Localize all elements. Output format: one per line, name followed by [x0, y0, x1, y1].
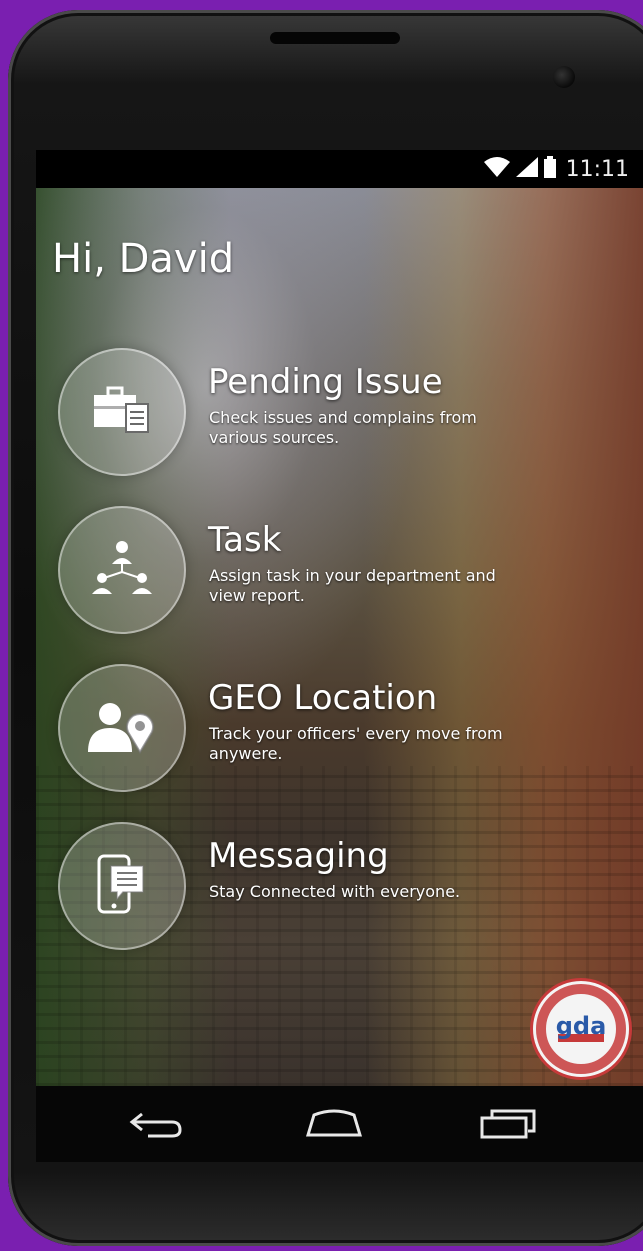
back-button[interactable]: [124, 1106, 188, 1146]
task-button[interactable]: [58, 506, 186, 634]
greeting: Hi, David: [52, 236, 235, 282]
phone-message-icon: [97, 854, 147, 918]
battery-icon: [543, 156, 556, 182]
home-icon: [304, 1109, 364, 1143]
recent-apps-button[interactable]: [476, 1106, 540, 1146]
home-button[interactable]: [302, 1106, 366, 1146]
pending-issue-button[interactable]: [58, 348, 186, 476]
messaging-title: Messaging: [208, 836, 389, 876]
task-description: Assign task in your department and view …: [209, 566, 496, 605]
geo-location-button[interactable]: [58, 664, 186, 792]
dashboard-content: Hi, David Pending Issue Check issues and…: [36, 188, 643, 1086]
user-location-icon: [88, 698, 156, 758]
back-icon: [128, 1110, 184, 1142]
geo-location-description: Track your officers' every move from any…: [209, 724, 503, 763]
signal-icon: [515, 157, 538, 181]
menu-item-pending-issue[interactable]: Pending Issue Check issues and complains…: [58, 348, 638, 476]
pending-issue-description: Check issues and complains from various …: [209, 408, 477, 447]
navigation-bar: [36, 1086, 643, 1162]
task-title: Task: [208, 520, 282, 560]
logo-text: gda: [556, 1012, 607, 1040]
status-time: 11:11: [565, 156, 629, 182]
wifi-icon: [483, 157, 510, 181]
speaker-grille: [270, 32, 400, 44]
menu-item-messaging[interactable]: Messaging Stay Connected with everyone.: [58, 822, 638, 950]
menu-item-task[interactable]: Task Assign task in your department and …: [58, 506, 638, 634]
menu-item-geo-location[interactable]: GEO Location Track your officers' every …: [58, 664, 638, 792]
geo-location-title: GEO Location: [208, 678, 438, 718]
briefcase-document-icon: [92, 386, 152, 438]
recent-apps-icon: [480, 1109, 536, 1143]
gda-seal-icon: gda: [530, 978, 632, 1080]
status-icons: 11:11: [483, 156, 629, 182]
team-hierarchy-icon: [90, 540, 154, 600]
screen: 11:11 Hi, David Pending Issue Check issu…: [36, 150, 643, 1162]
pending-issue-title: Pending Issue: [208, 362, 443, 402]
front-camera: [553, 66, 575, 88]
messaging-button[interactable]: [58, 822, 186, 950]
messaging-description: Stay Connected with everyone.: [209, 882, 461, 901]
status-bar: 11:11: [36, 150, 643, 188]
